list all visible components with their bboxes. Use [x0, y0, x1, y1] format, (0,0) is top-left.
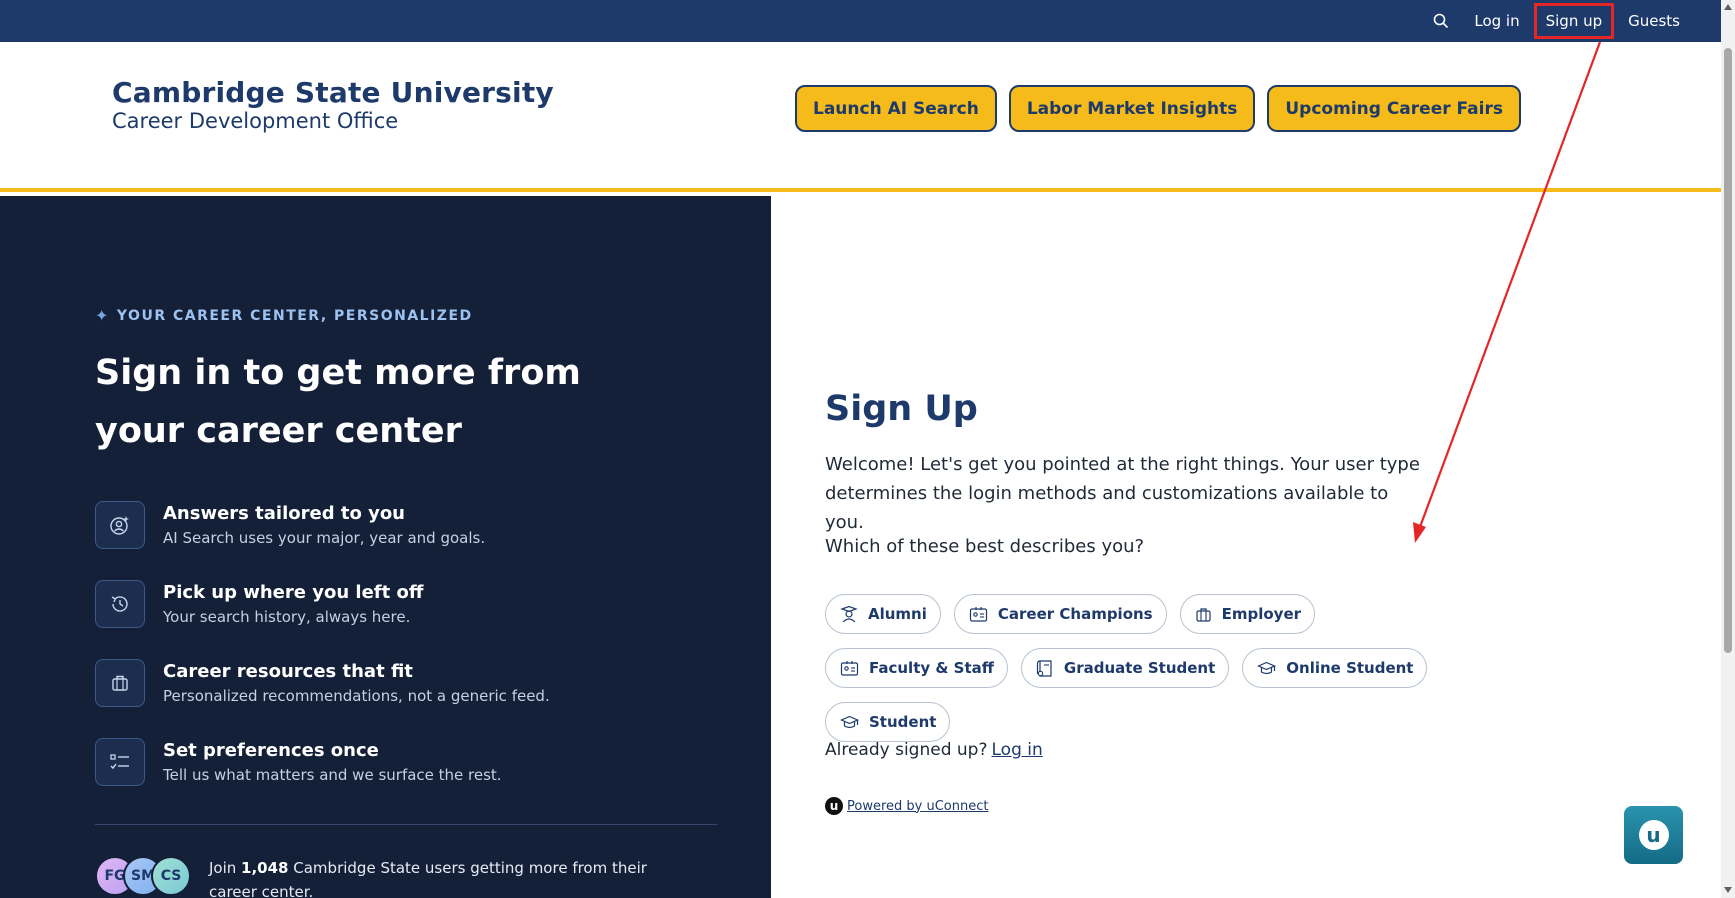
graduate-icon: [840, 605, 858, 623]
user-type-options: Alumni Career Champions Employer Faculty…: [825, 594, 1465, 742]
user-type-faculty-staff[interactable]: Faculty & Staff: [825, 648, 1008, 688]
university-name: Cambridge State University: [112, 76, 554, 109]
top-nav: Log in Sign up Guests: [1419, 0, 1691, 42]
welcome-text: Welcome! Let's get you pointed at the ri…: [825, 454, 1420, 533]
powered-by: u Powered by uConnect: [825, 797, 988, 815]
feature-title: Pick up where you left off: [163, 582, 424, 603]
signup-link[interactable]: Sign up: [1531, 0, 1618, 42]
chip-label: Employer: [1221, 605, 1302, 623]
join-text: Join 1,048 Cambridge State users getting…: [209, 859, 647, 898]
history-icon: [95, 580, 145, 628]
search-button[interactable]: [1419, 0, 1463, 42]
user-type-question: Which of these best describes you?: [825, 536, 1145, 557]
feature-title: Answers tailored to you: [163, 503, 405, 524]
login-link[interactable]: Log in: [1463, 0, 1530, 42]
checklist-icon: [95, 738, 145, 786]
panel-headline: Sign in to get more from your career cen…: [95, 353, 581, 451]
chip-label: Faculty & Staff: [869, 659, 994, 677]
feature-item: Pick up where you left off Your search h…: [95, 580, 715, 659]
powered-by-link[interactable]: Powered by uConnect: [847, 799, 988, 814]
sparkle-icon: ✦: [95, 306, 110, 325]
person-sparkle-icon: [95, 501, 145, 549]
user-type-online-student[interactable]: Online Student: [1242, 648, 1428, 688]
user-type-student[interactable]: Student: [825, 702, 951, 742]
feature-desc: Tell us what matters and we surface the …: [163, 766, 502, 784]
header-buttons: Launch AI Search Labor Market Insights U…: [795, 85, 1521, 132]
uconnect-logo-icon: u: [825, 797, 843, 815]
mortarboard-icon: [840, 715, 859, 728]
login-link-bottom[interactable]: Log in: [992, 740, 1043, 760]
user-type-career-champions[interactable]: Career Champions: [953, 594, 1167, 634]
chip-label: Graduate Student: [1063, 659, 1216, 677]
upcoming-career-fairs-button[interactable]: Upcoming Career Fairs: [1267, 85, 1521, 132]
user-type-employer[interactable]: Employer: [1179, 594, 1316, 634]
chip-label: Career Champions: [997, 605, 1153, 623]
feature-list: Answers tailored to you AI Search uses y…: [95, 501, 715, 817]
avatar: CS: [151, 856, 191, 896]
top-bar: Log in Sign up Guests: [0, 0, 1721, 42]
feature-title: Career resources that fit: [163, 661, 413, 682]
brand[interactable]: Cambridge State University Career Develo…: [112, 76, 554, 133]
id-card-icon: [840, 660, 859, 676]
feature-desc: Your search history, always here.: [163, 608, 411, 626]
chip-label: Student: [869, 713, 937, 731]
user-count: 1,048: [241, 859, 289, 877]
briefcase-icon: [1196, 607, 1211, 622]
office-name: Career Development Office: [112, 109, 399, 133]
search-icon: [1434, 13, 1449, 29]
feature-desc: AI Search uses your major, year and goal…: [163, 529, 486, 547]
mortarboard-icon: [1257, 661, 1277, 674]
already-signed-up: Already signed up? Log in: [825, 740, 1043, 760]
divider: [95, 824, 717, 825]
feature-item: Set preferences once Tell us what matter…: [95, 738, 715, 817]
feature-item: Career resources that fit Personalized r…: [95, 659, 715, 738]
join-banner: FG SM CS Join 1,048 Cambridge State user…: [95, 856, 649, 898]
page-scrollbar[interactable]: [1721, 0, 1735, 898]
launch-ai-search-button[interactable]: Launch AI Search: [795, 85, 997, 132]
guests-link[interactable]: Guests: [1617, 0, 1691, 42]
user-type-graduate-student[interactable]: Graduate Student: [1020, 648, 1230, 688]
avatar-stack: FG SM CS: [95, 856, 191, 896]
scroll-up-icon[interactable]: [1724, 4, 1732, 10]
briefcase-icon: [95, 659, 145, 707]
feature-item: Answers tailored to you AI Search uses y…: [95, 501, 715, 580]
already-text: Already signed up?: [825, 740, 988, 760]
eyebrow: ✦ YOUR CAREER CENTER, PERSONALIZED: [95, 306, 473, 325]
feature-title: Set preferences once: [163, 740, 379, 761]
benefits-panel: ✦ YOUR CAREER CENTER, PERSONALIZED Sign …: [0, 196, 771, 898]
labor-market-insights-button[interactable]: Labor Market Insights: [1008, 85, 1256, 132]
chat-widget-button[interactable]: u: [1624, 806, 1683, 864]
eyebrow-text: YOUR CAREER CENTER, PERSONALIZED: [116, 307, 473, 324]
page-title: Sign Up: [825, 389, 978, 429]
diploma-icon: [1036, 659, 1052, 677]
scroll-thumb[interactable]: [1724, 48, 1732, 653]
id-card-icon: [969, 606, 987, 622]
feature-desc: Personalized recommendations, not a gene…: [163, 687, 550, 705]
chip-label: Alumni: [868, 605, 927, 623]
chip-label: Online Student: [1286, 659, 1414, 677]
site-header: Cambridge State University Career Develo…: [0, 42, 1721, 192]
uconnect-chat-icon: u: [1638, 820, 1669, 850]
user-type-alumni[interactable]: Alumni: [825, 594, 941, 634]
scroll-down-icon[interactable]: [1724, 887, 1732, 893]
signup-panel: Sign Up Welcome! Let's get you pointed a…: [771, 196, 1721, 898]
